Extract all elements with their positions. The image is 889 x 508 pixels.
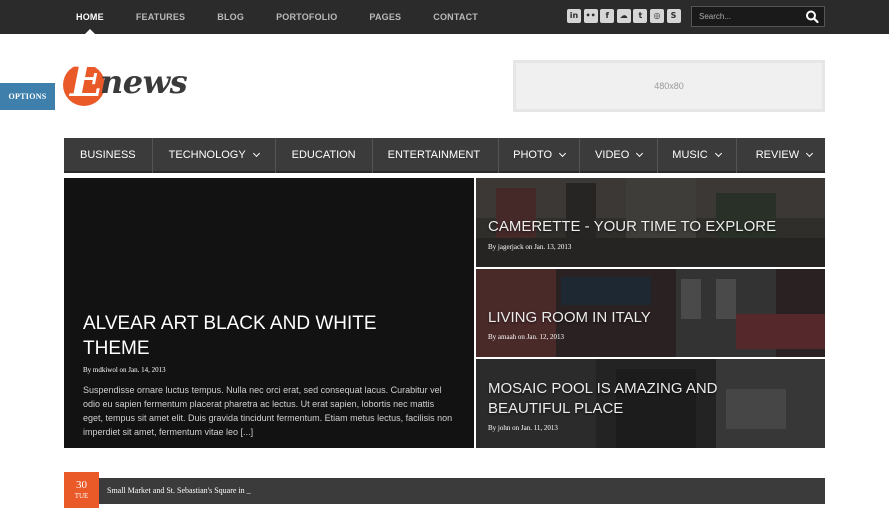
linkedin-icon[interactable]: in [567,9,581,23]
featured-side-post[interactable]: LIVING ROOM IN ITALY By amaah on Jan. 12… [476,269,825,357]
search-button[interactable] [800,7,824,26]
featured-main-excerpt: Suspendisse ornare luctus tempus. Nulla … [83,385,453,437]
date-badge: 30 TUE [64,472,99,508]
category-label: BUSINESS [80,149,136,161]
ticker-headline[interactable]: Small Market and St. Sebastian's Square … [107,478,251,504]
featured-side-post[interactable]: CAMERETTE - YOUR TIME TO EXPLORE By jage… [476,178,825,267]
category-label: PHOTO [513,149,553,161]
category-education[interactable]: EDUCATION [276,138,373,173]
category-entertainment[interactable]: ENTERTAINMENT [373,138,500,173]
category-label: VIDEO [595,149,630,161]
category-music[interactable]: MUSIC [658,138,737,173]
category-photo[interactable]: PHOTO [499,138,581,173]
side-post-meta: By amaah on Jan. 12, 2013 [488,333,565,341]
topnav-contact-link[interactable]: CONTACT [433,0,478,34]
search-box [691,6,825,27]
featured-side-post[interactable]: MOSAIC POOL IS AMAZING AND BEAUTIFUL PLA… [476,359,825,448]
twitter-icon[interactable]: t [633,9,648,23]
category-label: EDUCATION [291,149,356,161]
side-post-title[interactable]: MOSAIC POOL IS AMAZING AND BEAUTIFUL PLA… [488,379,748,419]
side-post-meta: By jagerjack on Jan. 13, 2013 [488,243,572,251]
top-bar: HOME FEATURES BLOG PORTOFOLIO PAGES CONT… [0,0,889,34]
date-weekday: TUE [74,492,89,500]
topnav-features-link[interactable]: FEATURES [136,0,185,34]
search-input[interactable] [692,7,800,26]
flickr-icon[interactable]: •• [583,9,598,23]
category-review[interactable]: REVIEW [737,138,828,173]
top-nav: HOME FEATURES BLOG PORTOFOLIO PAGES CONT… [76,0,510,34]
ad-banner[interactable]: 480x80 [513,60,825,112]
category-business[interactable]: BUSINESS [64,138,153,173]
side-post-meta: By john on Jan. 11, 2013 [488,424,558,432]
skype-icon[interactable]: S [666,9,681,23]
logo-initial: E [70,56,104,107]
search-icon [806,10,819,24]
date-day: 30 [76,479,87,491]
topnav-portofolio-link[interactable]: PORTOFOLIO [276,0,337,34]
category-video[interactable]: VIDEO [580,138,659,173]
category-label: TECHNOLOGY [168,149,246,161]
chevron-down-icon [252,149,260,158]
chevron-down-icon [714,149,722,158]
topnav-home-link[interactable]: HOME [76,0,104,34]
topnav-pages-link[interactable]: PAGES [369,0,401,34]
facebook-icon[interactable]: f [600,9,615,23]
featured-main-title[interactable]: ALVEAR ART BLACK AND WHITE THEME [83,311,443,361]
chevron-down-icon [559,149,567,158]
category-label: ENTERTAINMENT [387,149,481,161]
options-tab[interactable]: OPTIONS [0,83,55,110]
social-icons: in •• f ☁ t ◎ S [567,9,683,23]
soundcloud-icon[interactable]: ☁ [616,9,631,23]
topnav-blog-link[interactable]: BLOG [217,0,244,34]
chevron-down-icon [636,149,644,158]
category-label: REVIEW [755,149,800,161]
dribbble-icon[interactable]: ◎ [649,9,664,23]
featured-main-meta: By mdkiwol on Jan. 14, 2013 [83,366,166,374]
category-nav: BUSINESS TECHNOLOGY EDUCATION ENTERTAINM… [64,138,825,173]
news-ticker: Small Market and St. Sebastian's Square … [64,478,825,504]
side-post-title[interactable]: LIVING ROOM IN ITALY [488,308,651,328]
featured-main-post[interactable]: ALVEAR ART BLACK AND WHITE THEME By mdki… [64,178,474,448]
chevron-down-icon [806,149,814,158]
side-post-title[interactable]: CAMERETTE - YOUR TIME TO EXPLORE [488,217,776,237]
logo-wordmark: news [100,63,188,101]
category-technology[interactable]: TECHNOLOGY [153,138,276,173]
category-label: MUSIC [672,149,708,161]
